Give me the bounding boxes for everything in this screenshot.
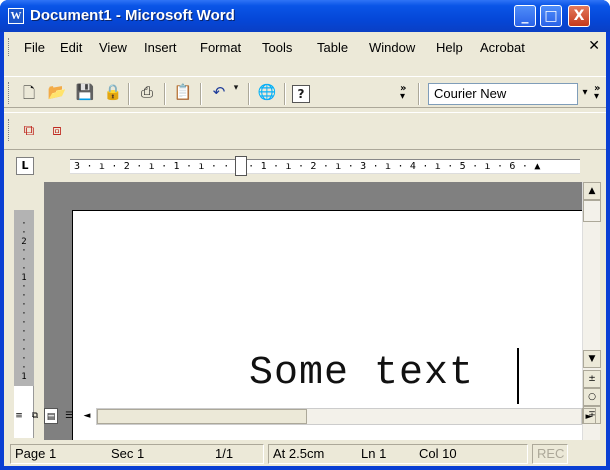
title-bar[interactable]: W Document1 - Microsoft Word _ □ X: [0, 0, 610, 32]
status-section: Sec 1: [111, 446, 145, 461]
vertical-ruler-marks: · · 2 · · · 1 · · · · · · · · · · 1: [21, 219, 27, 382]
scroll-up-button[interactable]: ▲: [583, 182, 601, 200]
status-at: At 2.5cm: [273, 446, 325, 461]
document-text[interactable]: Some text: [249, 351, 474, 396]
vertical-scrollbar[interactable]: ▲ ▼ ± ○ ∓: [582, 182, 601, 440]
standard-toolbar: 🗋 📂 💾 🔒 ⎙ 📋 ↶ ▾ 🌐 ? » ▾ Courier New ▾ » ▾: [4, 76, 606, 108]
scroll-down-button[interactable]: ▼: [583, 350, 601, 368]
status-page: Page 1: [15, 446, 57, 461]
web-layout-view-icon[interactable]: ⧉: [28, 408, 42, 424]
print-icon[interactable]: ⎙: [136, 83, 158, 105]
previous-page-button[interactable]: ±: [583, 370, 601, 388]
document-area: Some text: [44, 182, 582, 440]
menu-format[interactable]: Format: [200, 40, 241, 55]
ruler-row: L 3 · ı · 2 · ı · 1 · ı · · ı · 1 · ı · …: [4, 154, 606, 178]
document-close-icon[interactable]: ✕: [588, 38, 600, 54]
vertical-scroll-thumb[interactable]: [583, 200, 601, 222]
menu-view[interactable]: View: [99, 40, 127, 55]
window-title: Document1 - Microsoft Word: [30, 7, 235, 24]
status-col: Col 10: [419, 446, 457, 461]
vertical-ruler: · · 2 · · · 1 · · · · · · · · · · 1: [14, 210, 34, 438]
word-window: W Document1 - Microsoft Word _ □ X File …: [0, 0, 610, 470]
select-browse-object-button[interactable]: ○: [583, 388, 601, 406]
horizontal-scroll-row: ≡ ⧉ ▤ ☰ ◄ ►: [4, 408, 600, 426]
text-cursor: [517, 348, 519, 404]
menubar-grip[interactable]: [8, 38, 11, 56]
menu-window[interactable]: Window: [369, 40, 415, 55]
font-name-field[interactable]: Courier New: [428, 83, 578, 105]
outline-view-icon[interactable]: ☰: [62, 408, 76, 424]
new-document-icon[interactable]: 🗋: [18, 83, 40, 105]
web-icon[interactable]: 🌐: [256, 83, 278, 105]
toolbar-separator: [128, 83, 130, 105]
acrobat-toolbar: ⧉ ⧈: [4, 112, 606, 150]
app-client-area: File Edit View Insert Format Tools Table…: [4, 32, 606, 466]
menu-help[interactable]: Help: [436, 40, 463, 55]
scroll-right-button[interactable]: ►: [582, 408, 596, 424]
menu-bar: File Edit View Insert Format Tools Table…: [4, 36, 606, 58]
undo-dropdown-icon[interactable]: ▾: [230, 83, 242, 105]
formatting-overflow-icon[interactable]: » ▾: [594, 84, 600, 102]
status-line: Ln 1: [361, 446, 387, 461]
status-bar: Page 1 Sec 1 1/1 At 2.5cm Ln 1 Col 10 RE…: [4, 438, 606, 466]
print-layout-view-icon[interactable]: ▤: [44, 408, 58, 424]
undo-icon[interactable]: ↶: [208, 83, 230, 105]
horizontal-scrollbar[interactable]: [96, 408, 582, 425]
word-app-icon[interactable]: W: [8, 8, 24, 24]
horizontal-scroll-thumb[interactable]: [97, 409, 307, 424]
scroll-left-button[interactable]: ◄: [80, 408, 94, 424]
minimize-button[interactable]: _: [514, 5, 536, 27]
pdf-email-icon[interactable]: ⧈: [46, 121, 68, 143]
toolbar-separator: [284, 83, 286, 105]
toolbar-grip[interactable]: [8, 82, 11, 104]
status-page-info: Page 1 Sec 1 1/1: [10, 444, 264, 464]
close-button[interactable]: X: [568, 5, 590, 27]
font-dropdown-icon[interactable]: ▾: [578, 83, 592, 105]
menu-tools[interactable]: Tools: [262, 40, 292, 55]
pdf-convert-icon[interactable]: ⧉: [18, 121, 40, 143]
maximize-button[interactable]: □: [540, 5, 562, 27]
toolbar-overflow-icon[interactable]: » ▾: [400, 84, 406, 102]
indent-marker-icon[interactable]: [235, 156, 247, 176]
document-page[interactable]: Some text: [72, 210, 582, 440]
save-icon[interactable]: 💾: [74, 83, 96, 105]
menu-table[interactable]: Table: [317, 40, 348, 55]
menu-insert[interactable]: Insert: [144, 40, 177, 55]
toolbar-separator: [248, 83, 250, 105]
horizontal-ruler[interactable]: 3 · ı · 2 · ı · 1 · ı · · ı · 1 · ı · 2 …: [70, 159, 580, 174]
toolbar-separator: [164, 83, 166, 105]
permission-icon[interactable]: 🔒: [102, 83, 124, 105]
status-pages: 1/1: [215, 446, 234, 461]
status-position-info: At 2.5cm Ln 1 Col 10: [268, 444, 528, 464]
toolbar-grip[interactable]: [8, 119, 11, 141]
toolbar-separator: [418, 83, 420, 105]
open-folder-icon[interactable]: 📂: [46, 83, 68, 105]
status-rec[interactable]: REC: [532, 444, 568, 464]
menu-acrobat[interactable]: Acrobat: [480, 40, 525, 55]
toolbar-separator: [200, 83, 202, 105]
menu-edit[interactable]: Edit: [60, 40, 82, 55]
menu-file[interactable]: File: [24, 40, 45, 55]
horizontal-ruler-marks: 3 · ı · 2 · ı · 1 · ı · · ı · 1 · ı · 2 …: [74, 161, 541, 172]
tab-selector[interactable]: L: [16, 157, 34, 175]
paste-icon[interactable]: 📋: [172, 83, 194, 105]
help-icon[interactable]: ?: [292, 85, 310, 103]
normal-view-icon[interactable]: ≡: [12, 408, 26, 424]
